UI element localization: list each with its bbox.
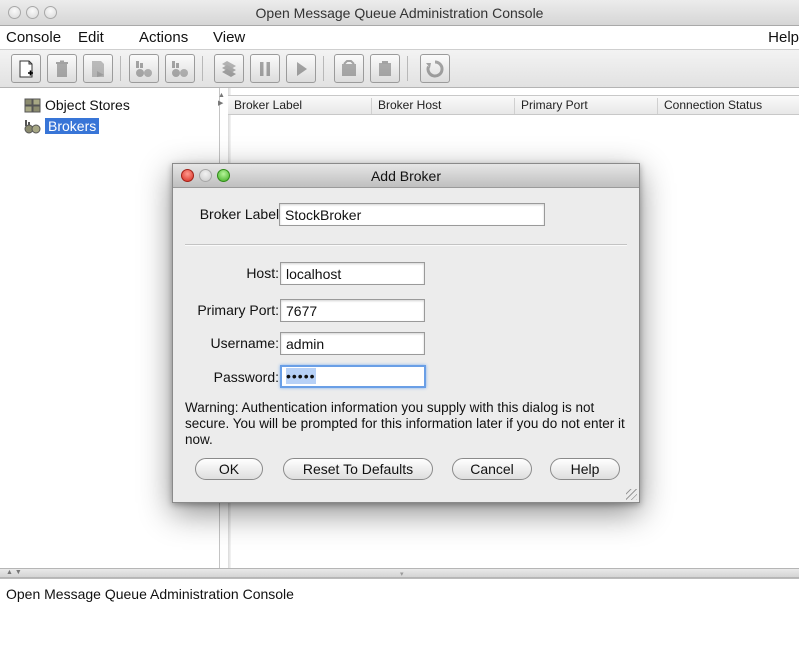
menu-actions[interactable]: Actions (139, 29, 188, 46)
password-input[interactable]: ••••• (280, 365, 426, 388)
menu-console[interactable]: Console (6, 29, 61, 46)
column-broker-label[interactable]: Broker Label (228, 98, 372, 114)
pause-icon (260, 61, 270, 76)
split-divider-arrows[interactable]: ▲ ▶ (218, 92, 226, 112)
shutdown-button[interactable] (334, 54, 364, 83)
horizontal-split-divider[interactable]: ▲ ▼ ▾ (0, 568, 799, 578)
restart-icon (379, 60, 391, 76)
connect-broker-icon (172, 60, 188, 77)
reset-to-defaults-button[interactable]: Reset To Defaults (283, 458, 433, 480)
tree-item-brokers[interactable]: Brokers (24, 117, 100, 135)
resize-grip-icon[interactable] (626, 489, 637, 500)
connect-broker-button[interactable] (165, 54, 195, 83)
column-connection-status[interactable]: Connection Status (658, 98, 799, 114)
query-broker-icon (136, 60, 152, 77)
query-broker-button[interactable] (129, 54, 159, 83)
tree-item-object-stores[interactable]: Object Stores (24, 96, 130, 114)
tree-item-label: Brokers (45, 118, 100, 134)
menu-edit[interactable]: Edit (78, 29, 104, 46)
password-label: Password: (213, 369, 279, 385)
dialog-title: Add Broker (370, 168, 442, 184)
shutdown-icon (342, 59, 356, 76)
toolbar-separator (120, 56, 121, 81)
add-icon (19, 60, 33, 77)
username-label: Username: (210, 335, 279, 351)
security-warning: Warning: Authentication information you … (185, 400, 625, 447)
status-area: Open Message Queue Administration Consol… (0, 578, 799, 648)
table-header: Broker Label Broker Host Primary Port Co… (228, 95, 799, 115)
column-broker-host[interactable]: Broker Host (372, 98, 515, 114)
restart-button[interactable] (370, 54, 400, 83)
cancel-button[interactable]: Cancel (452, 458, 532, 480)
broker-label-label: Broker Label: (199, 206, 283, 222)
menu-bar: Console Edit Actions View Help (0, 26, 799, 50)
toolbar (0, 50, 799, 88)
dialog-divider (185, 244, 627, 246)
help-button[interactable]: Help (550, 458, 620, 480)
username-input[interactable] (280, 332, 425, 355)
refresh-button[interactable] (420, 54, 450, 83)
brokers-icon (24, 119, 41, 134)
ok-button[interactable]: OK (195, 458, 263, 480)
properties-icon (92, 60, 104, 77)
resume-button[interactable] (286, 54, 316, 83)
tree-item-label: Object Stores (45, 97, 130, 113)
delete-icon (56, 60, 68, 77)
toolbar-separator (323, 56, 324, 81)
menu-help[interactable]: Help (768, 29, 799, 46)
window-title: Open Message Queue Administration Consol… (255, 5, 544, 21)
window-titlebar: Open Message Queue Administration Consol… (0, 0, 799, 26)
add-broker-dialog: Add Broker Broker Label: Host: Primary P… (172, 163, 640, 503)
resume-icon (297, 61, 307, 76)
properties-button[interactable] (83, 54, 113, 83)
pause-button[interactable] (250, 54, 280, 83)
dialog-titlebar: Add Broker (173, 164, 639, 188)
add-button[interactable] (11, 54, 41, 83)
primary-port-input[interactable] (280, 299, 425, 322)
status-message: Open Message Queue Administration Consol… (6, 586, 294, 602)
broker-label-input[interactable] (279, 203, 545, 226)
delete-button[interactable] (47, 54, 77, 83)
purge-button[interactable] (214, 54, 244, 83)
split-arrows-icon[interactable]: ▲ ▼ (6, 569, 22, 576)
object-stores-icon (24, 98, 41, 113)
host-label: Host: (246, 265, 279, 281)
primary-port-label: Primary Port: (197, 302, 279, 318)
column-primary-port[interactable]: Primary Port (515, 98, 658, 114)
host-input[interactable] (280, 262, 425, 285)
toolbar-separator (202, 56, 203, 81)
purge-icon (222, 60, 236, 77)
toolbar-separator (407, 56, 408, 81)
split-grip-icon: ▾ (400, 571, 404, 578)
password-masked-value: ••••• (286, 368, 316, 384)
menu-view[interactable]: View (213, 29, 245, 46)
refresh-icon (426, 59, 444, 77)
